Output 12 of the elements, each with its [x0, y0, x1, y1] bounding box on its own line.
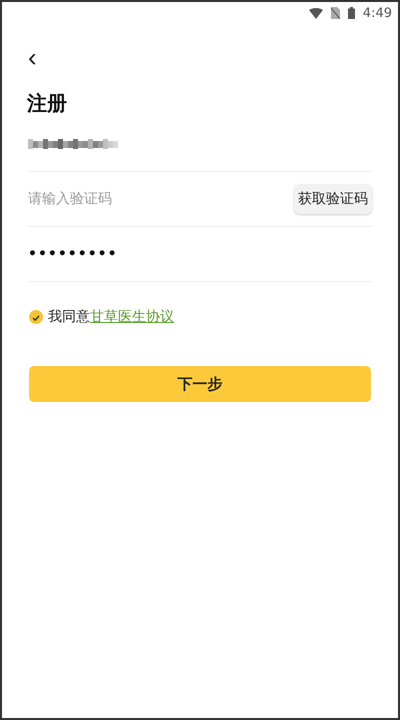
- code-input-field[interactable]: 请输入验证码: [28, 191, 294, 207]
- next-button[interactable]: 下一步: [29, 366, 371, 402]
- wifi-icon: [308, 8, 323, 18]
- no-sim-icon: [330, 7, 340, 19]
- agreement-text: 我同意: [48, 308, 90, 326]
- back-button[interactable]: ‹: [24, 44, 41, 70]
- agree-checkbox[interactable]: [29, 310, 43, 324]
- password-field[interactable]: •••••••••: [28, 246, 372, 262]
- battery-icon: [348, 7, 355, 19]
- clock-time: 4:49: [362, 6, 392, 20]
- get-code-button[interactable]: 获取验证码: [294, 184, 372, 214]
- page-title: 注册: [27, 90, 68, 117]
